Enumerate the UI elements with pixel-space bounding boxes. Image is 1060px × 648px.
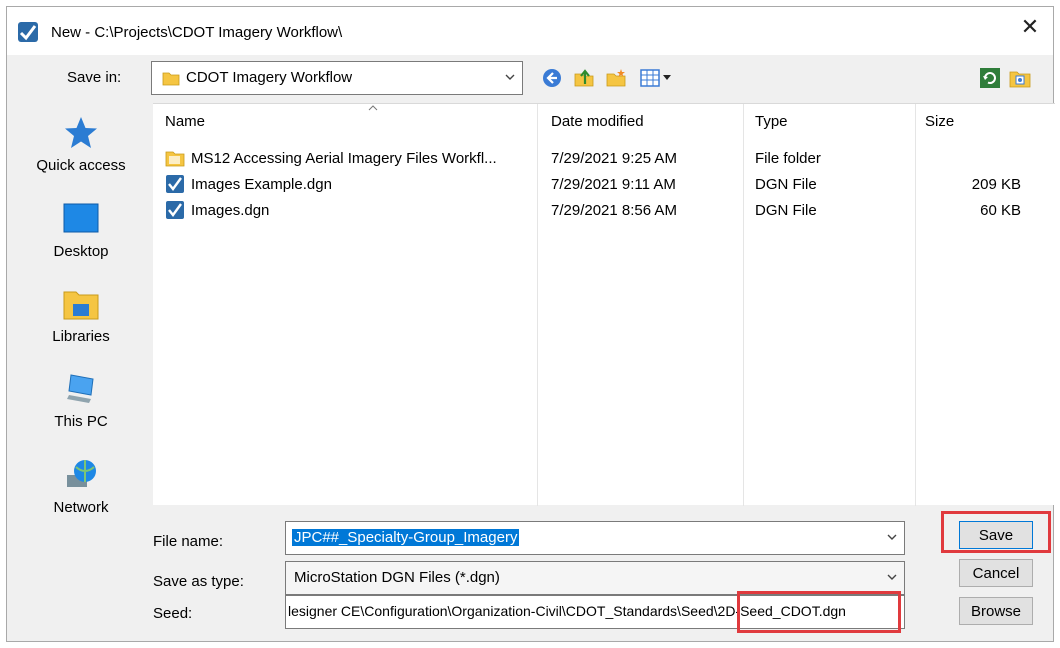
microstation-app-icon: [18, 22, 38, 42]
browse-button[interactable]: Browse: [959, 597, 1033, 625]
save-dialog: New - C:\Projects\CDOT Imagery Workflow\…: [6, 6, 1055, 642]
seed-label: Seed:: [153, 605, 193, 622]
network-icon: [67, 460, 96, 487]
favorites-icon[interactable]: [1009, 67, 1031, 89]
file-size: 209 KB: [971, 176, 1021, 193]
save-in-label: Save in:: [67, 69, 122, 86]
file-list[interactable]: Name Date modified Type Size MS12 Access…: [153, 103, 1055, 506]
seed-input[interactable]: lesigner CE\Configuration\Organization-C…: [285, 595, 905, 629]
place-label: Desktop: [53, 243, 109, 260]
column-header-type[interactable]: Type: [755, 104, 788, 140]
star-icon: [65, 117, 97, 148]
save-button[interactable]: Save: [959, 521, 1033, 549]
file-type: DGN File: [755, 176, 817, 193]
file-date: 7/29/2021 8:56 AM: [551, 202, 677, 219]
column-header-size[interactable]: Size: [925, 104, 954, 140]
file-date: 7/29/2021 9:25 AM: [551, 150, 677, 167]
place-this-pc[interactable]: This PC: [15, 371, 147, 430]
save-as-type-dropdown[interactable]: MicroStation DGN Files (*.dgn): [285, 561, 905, 595]
save-in-dropdown[interactable]: CDOT Imagery Workflow: [151, 61, 523, 95]
file-name-value: JPC##_Specialty-Group_Imagery: [292, 529, 520, 546]
file-type: File folder: [755, 150, 821, 167]
place-quick-access[interactable]: Quick access: [15, 115, 147, 174]
close-button[interactable]: ✕: [1007, 7, 1053, 47]
chevron-down-icon: [505, 74, 515, 80]
libraries-icon: [63, 291, 99, 320]
places-bar: Quick access Desktop Libraries This PC N…: [15, 103, 147, 523]
chevron-down-icon: [887, 574, 897, 580]
folder-icon: [165, 151, 185, 167]
save-in-value: CDOT Imagery Workflow: [186, 69, 353, 86]
dgn-file-icon: [166, 175, 184, 193]
table-row[interactable]: Images Example.dgn 7/29/2021 9:11 AM DGN…: [153, 172, 1055, 198]
title-bar: New - C:\Projects\CDOT Imagery Workflow\…: [7, 7, 1053, 55]
up-folder-icon[interactable]: [573, 67, 595, 89]
cancel-button[interactable]: Cancel: [959, 559, 1033, 587]
back-icon[interactable]: [541, 67, 563, 89]
place-network[interactable]: Network: [15, 457, 147, 516]
folder-icon: [162, 72, 180, 86]
column-header-name[interactable]: Name: [165, 104, 205, 140]
dgn-file-icon: [166, 201, 184, 219]
file-type: DGN File: [755, 202, 817, 219]
file-name: Images Example.dgn: [191, 176, 332, 193]
close-icon: ✕: [1020, 14, 1040, 39]
desktop-icon: [63, 203, 99, 233]
place-libraries[interactable]: Libraries: [15, 286, 147, 345]
file-size: 60 KB: [980, 202, 1021, 219]
save-as-type-label: Save as type:: [153, 573, 244, 590]
place-label: This PC: [54, 413, 108, 430]
place-label: Libraries: [52, 328, 110, 345]
new-folder-icon[interactable]: [605, 67, 627, 89]
computer-icon: [67, 374, 94, 403]
column-header-date[interactable]: Date modified: [551, 104, 644, 140]
file-date: 7/29/2021 9:11 AM: [551, 176, 676, 193]
refresh-icon[interactable]: [979, 67, 1001, 89]
place-label: Network: [53, 499, 109, 516]
file-name: MS12 Accessing Aerial Imagery Files Work…: [191, 150, 497, 167]
view-menu-icon[interactable]: [639, 67, 675, 89]
sort-ascending-icon: [368, 105, 378, 111]
window-title: New - C:\Projects\CDOT Imagery Workflow\: [51, 24, 343, 41]
file-name: Images.dgn: [191, 202, 270, 219]
place-label: Quick access: [36, 157, 126, 174]
seed-value: lesigner CE\Configuration\Organization-C…: [288, 603, 846, 619]
table-row[interactable]: Images.dgn 7/29/2021 8:56 AM DGN File 60…: [153, 198, 1055, 224]
file-name-label: File name:: [153, 533, 224, 550]
place-desktop[interactable]: Desktop: [15, 201, 147, 260]
save-as-type-value: MicroStation DGN Files (*.dgn): [294, 569, 500, 586]
chevron-down-icon[interactable]: [886, 531, 898, 543]
file-name-input[interactable]: JPC##_Specialty-Group_Imagery: [285, 521, 905, 555]
table-row[interactable]: MS12 Accessing Aerial Imagery Files Work…: [153, 146, 1055, 172]
